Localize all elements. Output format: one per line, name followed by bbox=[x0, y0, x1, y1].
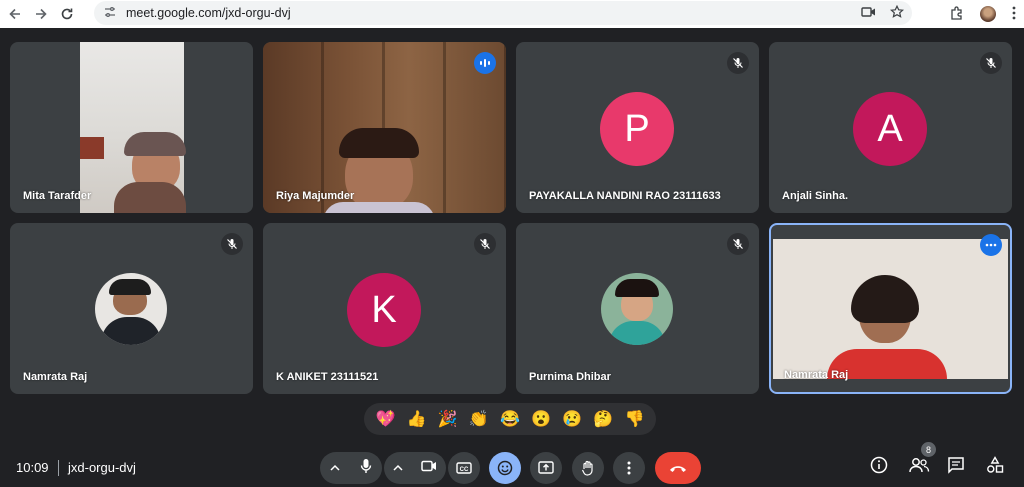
hand-icon bbox=[581, 460, 593, 476]
meeting-code: jxd-orgu-dvj bbox=[68, 460, 136, 475]
forward-icon[interactable] bbox=[28, 1, 54, 27]
raise-hand-button[interactable] bbox=[572, 452, 604, 484]
participant-tile[interactable]: P PAYAKALLA NANDINI RAO 23111633 bbox=[516, 42, 759, 213]
video-feed bbox=[80, 42, 186, 213]
more-vert-icon[interactable] bbox=[1012, 6, 1016, 23]
video-feed bbox=[773, 239, 1008, 379]
emoji-icon bbox=[497, 460, 513, 476]
reaction-sparkling-heart[interactable]: 💖 bbox=[373, 409, 399, 429]
participant-tile[interactable]: Mita Tarafder bbox=[10, 42, 253, 213]
participant-name: Namrata Raj bbox=[784, 369, 849, 381]
meeting-controls-bar: 10:09 jxd-orgu-dvj CC bbox=[0, 448, 1024, 487]
participant-count-badge: 8 bbox=[921, 442, 936, 457]
participant-tile[interactable]: Purnima Dhibar bbox=[516, 223, 759, 394]
self-view-tile[interactable]: Namrata Raj bbox=[769, 223, 1012, 394]
participant-name: Namrata Raj bbox=[23, 371, 88, 383]
reload-icon[interactable] bbox=[54, 1, 80, 27]
more-options-icon[interactable] bbox=[980, 234, 1002, 256]
video-options-chevron-icon[interactable] bbox=[393, 459, 403, 477]
back-icon[interactable] bbox=[2, 1, 28, 27]
reaction-party-popper[interactable]: 🎉 bbox=[435, 409, 461, 429]
mic-off-icon bbox=[727, 233, 749, 255]
hang-up-icon bbox=[670, 466, 686, 472]
mic-off-icon bbox=[474, 233, 496, 255]
emoji-reactions-button[interactable] bbox=[489, 452, 521, 484]
microphone-icon[interactable] bbox=[360, 458, 372, 479]
present-screen-button[interactable] bbox=[530, 452, 562, 484]
participant-name: Purnima Dhibar bbox=[529, 371, 611, 383]
video-feed bbox=[263, 42, 506, 213]
speaking-indicator-icon bbox=[474, 52, 496, 74]
participant-tile[interactable]: A Anjali Sinha. bbox=[769, 42, 1012, 213]
reactions-bar: 💖 👍 🎉 👏 😂 😮 😢 🤔 👎 bbox=[364, 403, 656, 435]
camera-icon[interactable] bbox=[421, 459, 437, 477]
reaction-joy[interactable]: 😂 bbox=[497, 409, 523, 429]
leave-call-button[interactable] bbox=[655, 452, 701, 484]
avatar: P bbox=[600, 92, 674, 166]
chat-icon[interactable] bbox=[947, 456, 965, 479]
reaction-clapping[interactable]: 👏 bbox=[466, 409, 492, 429]
avatar: K bbox=[347, 273, 421, 347]
url-text: meet.google.com/jxd-orgu-dvj bbox=[126, 6, 291, 20]
reaction-thumbs-down[interactable]: 👎 bbox=[621, 409, 647, 429]
camera-control bbox=[384, 452, 446, 484]
closed-captions-icon: CC bbox=[456, 462, 472, 474]
reaction-crying[interactable]: 😢 bbox=[559, 409, 585, 429]
participant-tile[interactable]: Riya Majumder bbox=[263, 42, 506, 213]
captions-button[interactable]: CC bbox=[448, 452, 480, 484]
mic-off-icon bbox=[221, 233, 243, 255]
divider bbox=[58, 460, 59, 476]
mic-control bbox=[320, 452, 382, 484]
camera-in-use-icon[interactable] bbox=[861, 6, 876, 21]
meeting-details-info-icon[interactable] bbox=[870, 456, 888, 479]
participant-name: Mita Tarafder bbox=[23, 190, 92, 202]
participant-tile[interactable]: K K ANIKET 23111521 bbox=[263, 223, 506, 394]
mic-off-icon bbox=[980, 52, 1002, 74]
more-vert-icon bbox=[627, 461, 631, 475]
participant-name: PAYAKALLA NANDINI RAO 23111633 bbox=[529, 190, 721, 202]
browser-toolbar: meet.google.com/jxd-orgu-dvj bbox=[0, 0, 1024, 28]
participant-name: Anjali Sinha. bbox=[782, 190, 849, 202]
address-bar[interactable]: meet.google.com/jxd-orgu-dvj bbox=[94, 1, 912, 25]
more-options-button[interactable] bbox=[613, 452, 645, 484]
participant-name: K ANIKET 23111521 bbox=[276, 371, 379, 383]
avatar: A bbox=[853, 92, 927, 166]
participant-name: Riya Majumder bbox=[276, 190, 355, 202]
audio-options-chevron-icon[interactable] bbox=[330, 459, 340, 477]
reaction-surprised[interactable]: 😮 bbox=[528, 409, 554, 429]
reaction-thinking[interactable]: 🤔 bbox=[590, 409, 616, 429]
clock-time: 10:09 bbox=[16, 460, 49, 475]
site-settings-icon[interactable] bbox=[98, 6, 122, 21]
profile-avatar[interactable] bbox=[980, 6, 996, 22]
svg-text:CC: CC bbox=[460, 467, 469, 473]
bookmark-star-icon[interactable] bbox=[889, 4, 905, 22]
avatar bbox=[95, 273, 167, 345]
present-icon bbox=[538, 461, 554, 474]
people-icon[interactable] bbox=[908, 456, 930, 479]
mic-off-icon bbox=[727, 52, 749, 74]
reaction-thumbs-up[interactable]: 👍 bbox=[404, 409, 430, 429]
avatar bbox=[601, 273, 673, 345]
extensions-icon[interactable] bbox=[950, 5, 964, 23]
participant-tile[interactable]: Namrata Raj bbox=[10, 223, 253, 394]
activities-icon[interactable] bbox=[986, 456, 1004, 479]
